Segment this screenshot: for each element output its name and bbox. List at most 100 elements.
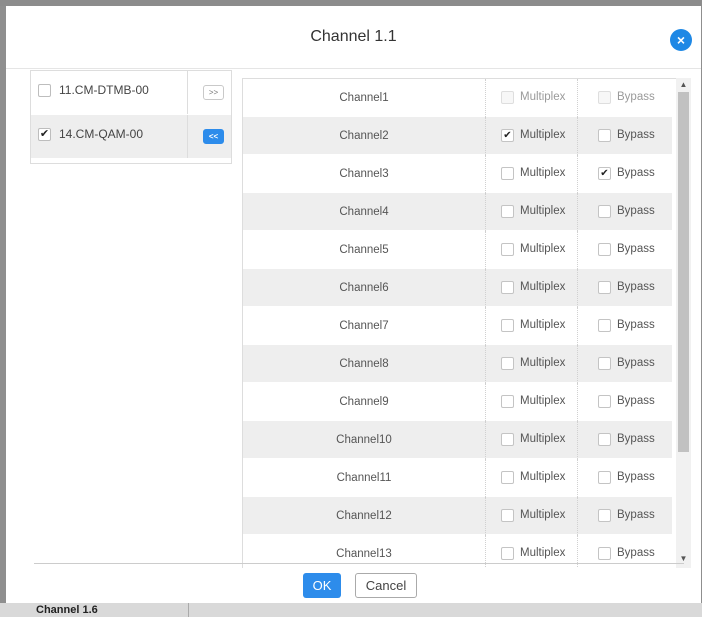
channel-name: Channel10 xyxy=(336,434,392,446)
source-item-label: 14.CM-QAM-00 xyxy=(59,127,144,141)
bypass-cell: Bypass xyxy=(577,383,672,421)
table-row: Channel2 ✔ Multiplex Bypass xyxy=(243,117,672,155)
source-item-checkbox[interactable]: ✔ xyxy=(38,128,51,141)
divider xyxy=(188,603,189,617)
multiplex-label: Multiplex xyxy=(520,91,566,103)
table-row: Channel5 Multiplex Bypass xyxy=(243,231,672,269)
channel-name: Channel2 xyxy=(339,130,389,142)
channel-name: Channel6 xyxy=(339,282,389,294)
close-icon[interactable]: × xyxy=(670,29,692,51)
bypass-cell: Bypass xyxy=(577,459,672,497)
multiplex-cell: Multiplex xyxy=(485,383,577,421)
multiplex-label: Multiplex xyxy=(520,357,566,369)
arrow-up-icon[interactable]: ▲ xyxy=(676,78,691,92)
source-item[interactable]: ✔ 14.CM-QAM-00 << xyxy=(31,115,231,158)
dialog-header: Channel 1.1 × xyxy=(6,6,701,69)
bypass-checkbox[interactable] xyxy=(598,281,611,294)
multiplex-cell: Multiplex xyxy=(485,459,577,497)
bypass-cell: Bypass xyxy=(577,421,672,459)
multiplex-checkbox[interactable]: ✔ xyxy=(501,129,514,142)
channel-name: Channel7 xyxy=(339,320,389,332)
bypass-cell: Bypass xyxy=(577,497,672,535)
bypass-label: Bypass xyxy=(617,357,655,369)
multiplex-label: Multiplex xyxy=(520,319,566,331)
bypass-cell: Bypass xyxy=(577,307,672,345)
multiplex-checkbox[interactable] xyxy=(501,395,514,408)
multiplex-checkbox[interactable] xyxy=(501,471,514,484)
move-right-button[interactable]: >> xyxy=(203,85,224,100)
channel-name: Channel9 xyxy=(339,396,389,408)
channel-name: Channel11 xyxy=(336,472,392,484)
multiplex-checkbox[interactable] xyxy=(501,509,514,522)
channel-table: Channel1 Multiplex Bypass Channel2 ✔ Multiple… xyxy=(242,78,676,568)
move-left-button[interactable]: << xyxy=(203,129,224,144)
table-row: Channel11 Multiplex Bypass xyxy=(243,459,672,497)
bypass-checkbox[interactable] xyxy=(598,509,611,522)
multiplex-cell: Multiplex xyxy=(485,307,577,345)
bypass-cell: Bypass xyxy=(577,79,672,117)
bypass-checkbox[interactable] xyxy=(598,319,611,332)
bypass-checkbox xyxy=(598,91,611,104)
bypass-checkbox[interactable] xyxy=(598,357,611,370)
multiplex-checkbox[interactable] xyxy=(501,357,514,370)
bypass-label: Bypass xyxy=(617,281,655,293)
table-row: Channel12 Multiplex Bypass xyxy=(243,497,672,535)
multiplex-checkbox[interactable] xyxy=(501,547,514,560)
multiplex-label: Multiplex xyxy=(520,167,566,179)
multiplex-checkbox[interactable] xyxy=(501,319,514,332)
bypass-label: Bypass xyxy=(617,91,655,103)
channel-name: Channel12 xyxy=(336,510,392,522)
table-row: Channel4 Multiplex Bypass xyxy=(243,193,672,231)
channel-name: Channel8 xyxy=(339,358,389,370)
bypass-checkbox[interactable] xyxy=(598,547,611,560)
bypass-label: Bypass xyxy=(617,243,655,255)
multiplex-cell: Multiplex xyxy=(485,155,577,193)
multiplex-checkbox[interactable] xyxy=(501,281,514,294)
multiplex-checkbox[interactable] xyxy=(501,243,514,256)
multiplex-checkbox xyxy=(501,91,514,104)
bypass-label: Bypass xyxy=(617,547,655,559)
bypass-label: Bypass xyxy=(617,395,655,407)
channel-name: Channel4 xyxy=(339,206,389,218)
bypass-label: Bypass xyxy=(617,129,655,141)
bypass-checkbox[interactable] xyxy=(598,205,611,218)
multiplex-label: Multiplex xyxy=(520,243,566,255)
table-row: Channel9 Multiplex Bypass xyxy=(243,383,672,421)
multiplex-label: Multiplex xyxy=(520,471,566,483)
multiplex-checkbox[interactable] xyxy=(501,433,514,446)
bypass-label: Bypass xyxy=(617,205,655,217)
cancel-button[interactable]: Cancel xyxy=(355,573,417,598)
source-item-label: 11.CM-DTMB-00 xyxy=(59,83,149,97)
bypass-label: Bypass xyxy=(617,167,655,179)
multiplex-label: Multiplex xyxy=(520,547,566,559)
bypass-checkbox[interactable] xyxy=(598,433,611,446)
bypass-checkbox[interactable] xyxy=(598,395,611,408)
multiplex-label: Multiplex xyxy=(520,205,566,217)
divider xyxy=(187,115,188,158)
multiplex-cell: Multiplex xyxy=(485,497,577,535)
ok-button[interactable]: OK xyxy=(303,573,341,598)
divider xyxy=(187,71,188,114)
bypass-checkbox[interactable] xyxy=(598,243,611,256)
multiplex-cell: Multiplex xyxy=(485,421,577,459)
dialog-title: Channel 1.1 xyxy=(310,28,397,45)
source-item[interactable]: 11.CM-DTMB-00 >> xyxy=(31,71,231,114)
bypass-checkbox[interactable] xyxy=(598,471,611,484)
bypass-checkbox[interactable]: ✔ xyxy=(598,167,611,180)
bypass-label: Bypass xyxy=(617,509,655,521)
multiplex-label: Multiplex xyxy=(520,433,566,445)
multiplex-checkbox[interactable] xyxy=(501,205,514,218)
table-row: Channel7 Multiplex Bypass xyxy=(243,307,672,345)
source-item-checkbox[interactable] xyxy=(38,84,51,97)
bypass-label: Bypass xyxy=(617,319,655,331)
scrollbar-thumb[interactable] xyxy=(678,92,689,452)
vertical-scrollbar[interactable]: ▲ ▼ xyxy=(676,78,691,568)
channel-name: Channel1 xyxy=(339,92,389,104)
multiplex-checkbox[interactable] xyxy=(501,167,514,180)
bypass-cell: Bypass xyxy=(577,231,672,269)
multiplex-label: Multiplex xyxy=(520,509,566,521)
bypass-checkbox[interactable] xyxy=(598,129,611,142)
footer-divider xyxy=(34,563,684,564)
channel-dialog: Channel 1.1 × 11.CM-DTMB-00 >> ✔ 14.CM-Q… xyxy=(6,6,701,603)
background-window-bottom: Channel 1.6 xyxy=(0,603,702,617)
